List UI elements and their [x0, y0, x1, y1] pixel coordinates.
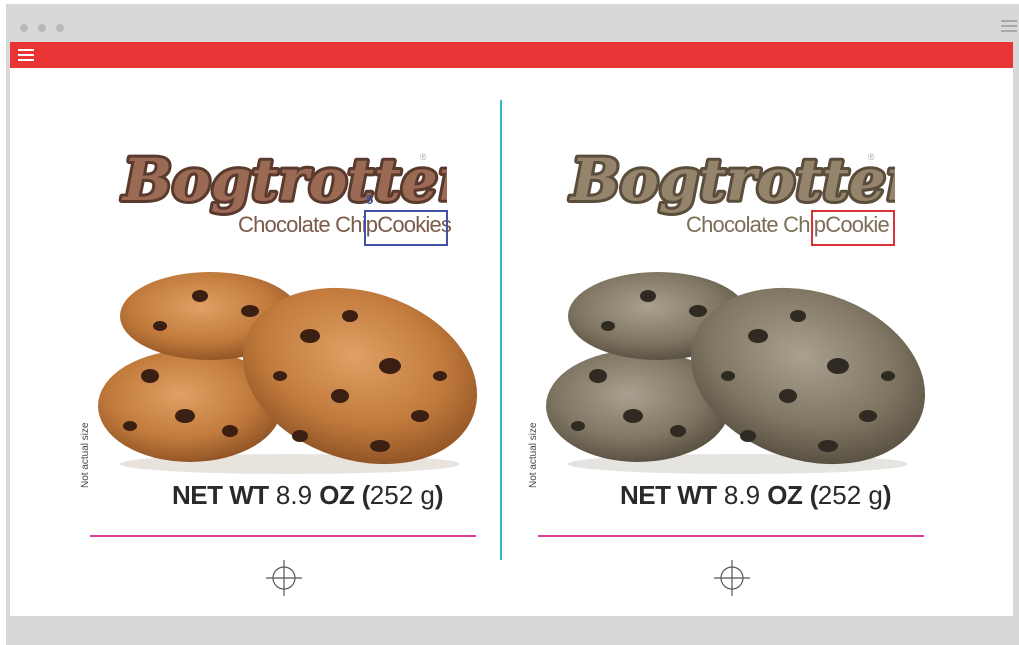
- registered-mark: ®: [420, 152, 427, 162]
- window-control-dot[interactable]: [56, 24, 64, 32]
- net-wt-value: 8.9: [275, 480, 313, 510]
- net-weight: NET WT 8.9 OZ (252 g): [620, 480, 892, 511]
- panel-divider: [500, 100, 502, 560]
- net-wt-paren-open: (: [809, 480, 819, 510]
- highlight-box[interactable]: [364, 210, 448, 246]
- registration-mark-icon: [266, 560, 302, 596]
- window-bottom-bar: [10, 616, 1013, 645]
- net-wt-paren-close: ): [882, 480, 892, 510]
- brand-logo-text: Bogtrotter: [121, 146, 447, 214]
- registered-mark: ®: [868, 152, 875, 162]
- net-wt-unit: OZ: [319, 480, 355, 510]
- not-actual-size-note: Not actual size: [528, 422, 539, 488]
- registration-mark-icon: [714, 560, 750, 596]
- hamburger-icon[interactable]: [18, 49, 34, 62]
- net-wt-paren-open: (: [361, 480, 371, 510]
- net-wt-label: NET WT: [620, 480, 717, 510]
- app-toolbar: [10, 42, 1013, 68]
- net-wt-unit: OZ: [767, 480, 803, 510]
- net-wt-metric: 252 g: [369, 480, 435, 510]
- net-weight: NET WT 8.9 OZ (252 g): [172, 480, 444, 511]
- net-wt-paren-close: ): [434, 480, 444, 510]
- cookie-photo-graphic: [546, 272, 926, 474]
- magenta-rule: [538, 535, 924, 537]
- net-wt-value: 8.9: [723, 480, 761, 510]
- title-bar: [6, 4, 1019, 46]
- not-actual-size-note: Not actual size: [80, 422, 91, 488]
- label-panel-original: Bogtrotter Bogtrotter ® Chocolate ChipCo…: [80, 68, 502, 616]
- tagline-part1: Chocolate Chip: [238, 212, 378, 237]
- magenta-rule: [90, 535, 476, 537]
- hamburger-icon[interactable]: [1001, 20, 1017, 34]
- brand-logo: Bogtrotter Bogtrotter: [117, 140, 476, 220]
- net-wt-label: NET WT: [172, 480, 269, 510]
- cookie-photo-graphic: [98, 272, 478, 474]
- label-panel-variant: Bogtrotter Bogtrotter ® Chocolate ChipCo…: [528, 68, 950, 616]
- window-control-dot[interactable]: [38, 24, 46, 32]
- brand-logo-text: Bogtrotter: [569, 146, 895, 214]
- cookie-photo: [90, 256, 482, 476]
- highlight-box[interactable]: [811, 210, 895, 246]
- brand-logo: Bogtrotter Bogtrotter: [565, 140, 924, 220]
- cookie-photo: [538, 256, 930, 476]
- comparison-canvas: Bogtrotter Bogtrotter ® Chocolate ChipCo…: [10, 68, 1013, 616]
- highlight-number: 5: [366, 192, 374, 207]
- window-control-dot[interactable]: [20, 24, 28, 32]
- net-wt-metric: 252 g: [817, 480, 883, 510]
- tagline-part1: Chocolate Chip: [686, 212, 826, 237]
